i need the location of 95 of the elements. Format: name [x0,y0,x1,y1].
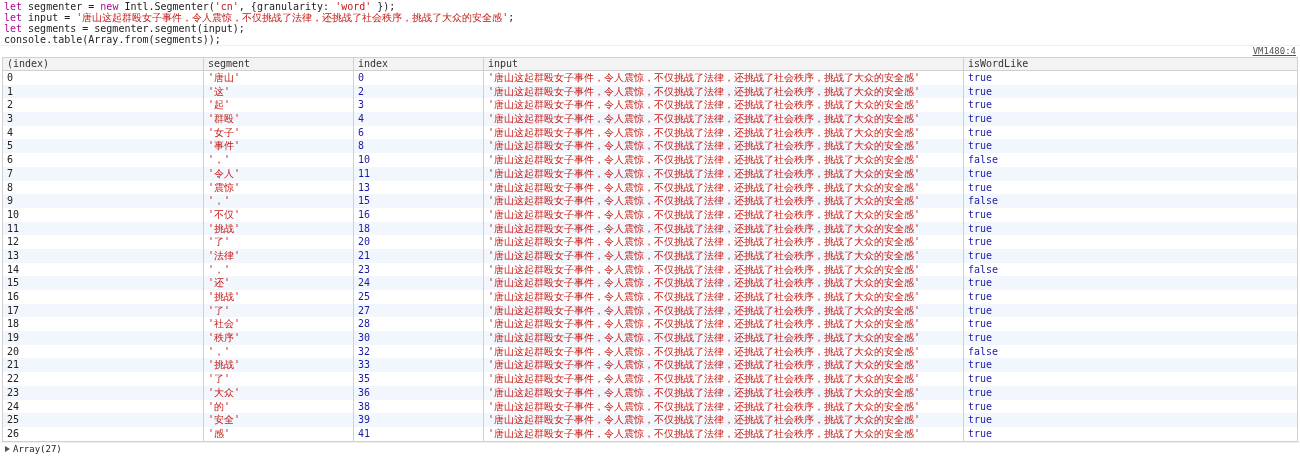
column-header[interactable]: segment [203,58,353,70]
table-cell: '群殴' [203,112,353,126]
table-cell: 10 [353,153,483,167]
table-cell: '了' [203,235,353,249]
table-cell: true [963,426,1297,441]
table-cell: '唐山这起群殴女子事件，令人震惊，不仅挑战了法律，还挑战了社会秩序，挑战了大众的安全感' [483,290,963,304]
table-cell: 35 [353,372,483,386]
table-cell-text: 7 [6,166,15,181]
table-cell: '秩序' [203,331,353,345]
table-cell-text: 14 [6,262,21,277]
table-cell-text: 21 [6,358,21,373]
code-line: let input = '唐山这起群殴女子事件，令人震惊，不仅挑战了法律，还挑战了社会秩序，挑战了大众的安全感'; [4,12,516,23]
table-cell-text: 9 [6,194,15,208]
code-line: console.table(Array.from(segments)); [4,34,221,45]
table-cell: 25 [353,290,483,304]
table-cell: true [963,331,1297,345]
table-cell-text: 15 [6,276,21,290]
table-cell-text: 23 [6,385,21,400]
table-cell: false [963,194,1297,208]
table-cell-text: 25 [6,413,21,427]
table-cell: '安全' [203,413,353,427]
table-cell-text: 1 [6,84,15,99]
table-cell: '了' [203,372,353,386]
table-cell-text: 24 [6,399,21,414]
table-cell: '不仅' [203,207,353,222]
table-cell: '唐山这起群殴女子事件，令人震惊，不仅挑战了法律，还挑战了社会秩序，挑战了大众的安全感' [483,372,963,386]
table-cell-text: 0 [6,71,15,85]
table-cell: false [963,153,1297,167]
table-cell: '唐山这起群殴女子事件，令人震惊，不仅挑战了法律，还挑战了社会秩序，挑战了大众的安全感' [483,413,963,427]
table-cell-text: 19 [6,331,21,345]
table-cell: 41 [353,426,483,441]
table-cell: true [963,166,1297,181]
table-cell: '，' [203,194,353,208]
column-header[interactable]: (index) [3,58,203,70]
array-summary[interactable]: Array(27) [13,442,62,455]
table-cell-text: 4 [6,125,15,140]
table-cell-text: 8 [6,180,15,195]
table-cell: true [963,372,1297,386]
table-cell: true [963,248,1297,263]
table-cell: '大众' [203,385,353,400]
table-cell-text: 17 [6,303,21,318]
table-cell: '唐山这起群殴女子事件，令人震惊，不仅挑战了法律，还挑战了社会秩序，挑战了大众的安全感' [483,194,963,208]
table-cell: '唐山这起群殴女子事件，令人震惊，不仅挑战了法律，还挑战了社会秩序，挑战了大众的安全感' [483,71,963,85]
table-cell: true [963,385,1297,400]
table-cell: '唐山这起群殴女子事件，令人震惊，不仅挑战了法律，还挑战了社会秩序，挑战了大众的安全感' [483,112,963,126]
table-cell: '法律' [203,248,353,263]
table-cell: 21 [353,248,483,263]
table-cell: true [963,207,1297,222]
table-cell: '唐山这起群殴女子事件，令人震惊，不仅挑战了法律，还挑战了社会秩序，挑战了大众的安全感' [483,426,963,441]
table-cell: 36 [353,385,483,400]
table-cell-text: 16 [6,290,21,304]
table-cell: 30 [353,331,483,345]
table-cell: '唐山这起群殴女子事件，令人震惊，不仅挑战了法律，还挑战了社会秩序，挑战了大众的安全感' [483,385,963,400]
table-cell: 0 [353,71,483,85]
table-cell: '，' [203,153,353,167]
expand-triangle-icon[interactable] [4,445,10,452]
table-cell: true [963,290,1297,304]
table-cell: '唐山' [203,71,353,85]
table-cell: true [963,71,1297,85]
table-cell: true [963,413,1297,427]
table-cell-text: 2 [6,98,15,113]
table-cell: '感' [203,426,353,441]
table-cell: '唐山这起群殴女子事件，令人震惊，不仅挑战了法律，还挑战了社会秩序，挑战了大众的安全感' [483,248,963,263]
table-cell: '令人' [203,166,353,181]
table-cell-text: 12 [6,235,21,249]
table-cell: '唐山这起群殴女子事件，令人震惊，不仅挑战了法律，还挑战了社会秩序，挑战了大众的安全感' [483,331,963,345]
table-cell: true [963,235,1297,249]
column-header[interactable]: isWordLike [963,58,1297,70]
code-line: let segments = segmenter.segment(input); [4,23,246,34]
code-line: let segmenter = new Intl.Segmenter('cn', {granularity: 'word' }); [4,1,396,12]
table-cell: 16 [353,207,483,222]
table-cell-text: 20 [6,344,21,359]
table-cell-text: 18 [6,317,21,332]
column-header[interactable]: input [483,58,963,70]
table-cell: '挑战' [203,290,353,304]
table-cell: '唐山这起群殴女子事件，令人震惊，不仅挑战了法律，还挑战了社会秩序，挑战了大众的安全感' [483,207,963,222]
source-link[interactable]: VM1480:4 [1252,46,1296,57]
table-cell: 39 [353,413,483,427]
table-cell-text: 6 [6,153,15,167]
table-cell: '唐山这起群殴女子事件，令人震惊，不仅挑战了法律，还挑战了社会秩序，挑战了大众的安全感' [483,235,963,249]
table-cell-text: 11 [6,221,21,236]
table-cell-text: 22 [6,372,21,386]
table-cell-text: 26 [6,426,21,441]
table-cell: 4 [353,112,483,126]
table-cell-text: 3 [6,112,15,126]
table-cell: 15 [353,194,483,208]
table-cell: 11 [353,166,483,181]
table-cell: 20 [353,235,483,249]
column-header[interactable]: index [353,58,483,70]
table-cell: '唐山这起群殴女子事件，令人震惊，不仅挑战了法律，还挑战了社会秩序，挑战了大众的安全感' [483,166,963,181]
table-cell: '唐山这起群殴女子事件，令人震惊，不仅挑战了法律，还挑战了社会秩序，挑战了大众的安全感' [483,153,963,167]
table-cell-text: 10 [6,207,21,222]
table-cell: true [963,112,1297,126]
table-cell-text: 5 [6,139,15,154]
table-cell-text: 13 [6,248,21,263]
